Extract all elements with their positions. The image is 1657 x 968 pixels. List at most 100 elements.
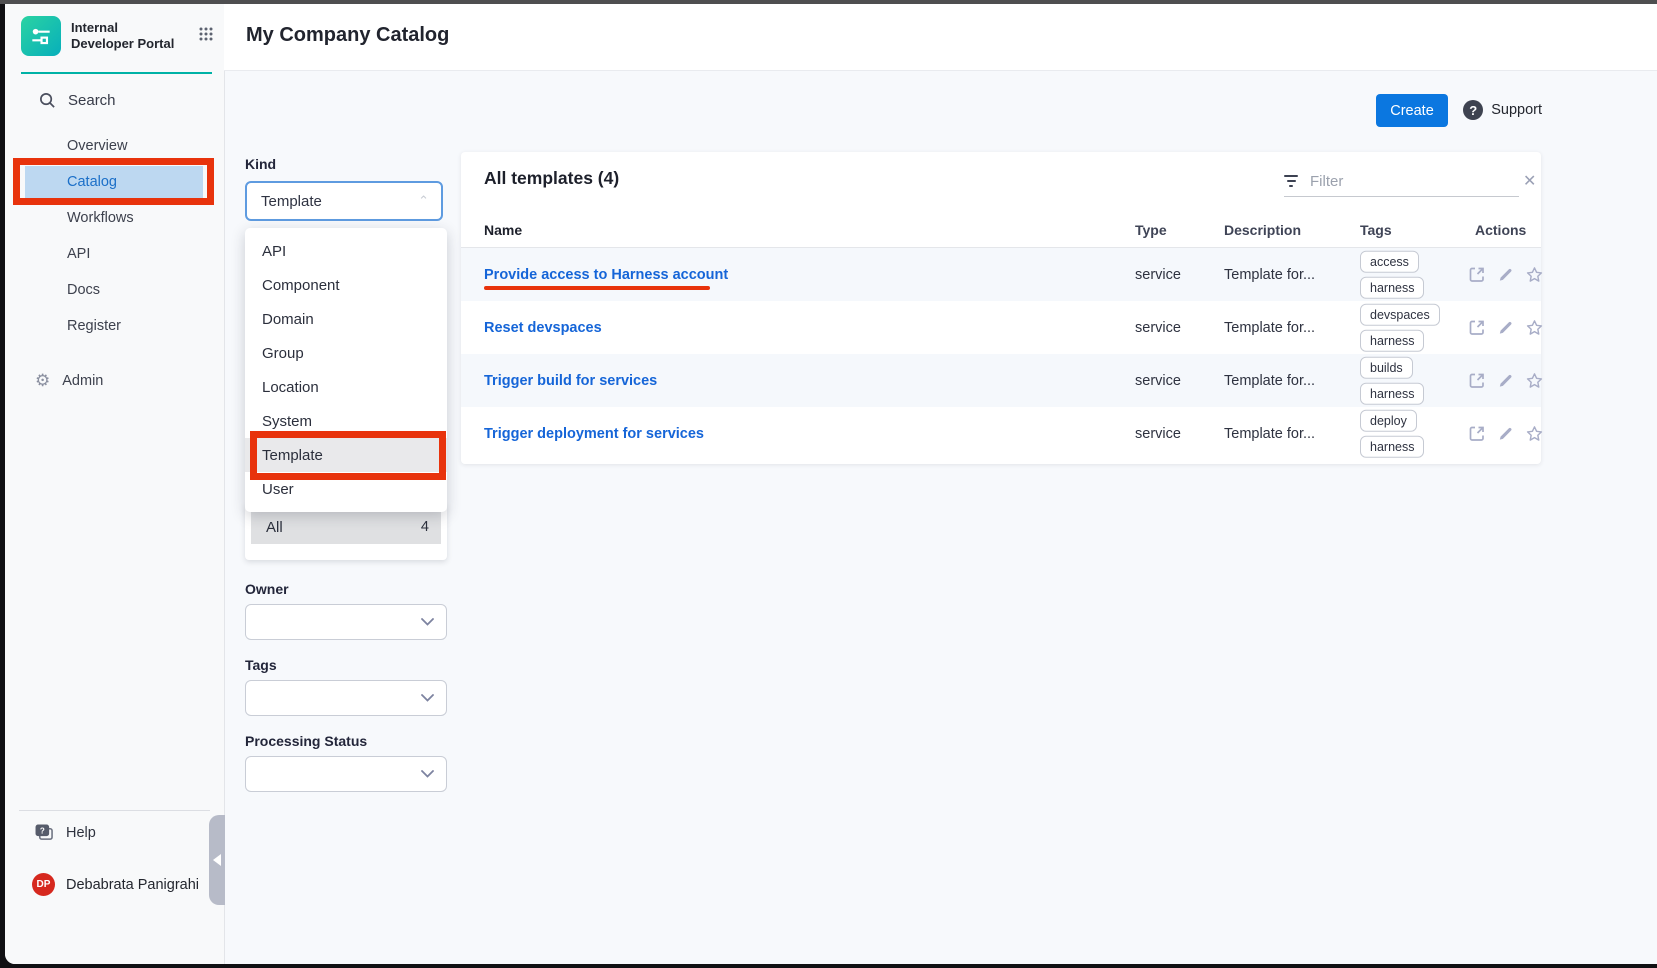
kind-option-component[interactable]: Component <box>245 268 447 302</box>
description-cell: Template for... <box>1224 320 1315 336</box>
star-icon[interactable] <box>1525 371 1544 390</box>
all-count: 4 <box>421 519 429 535</box>
screenshot-root: Internal Developer Portal <box>0 0 1657 968</box>
sidebar-accent-divider <box>21 72 212 74</box>
annotation-underline-provide-access <box>484 286 710 290</box>
kind-option-user[interactable]: User <box>245 472 447 506</box>
sidebar-item-admin[interactable]: ⚙ Admin <box>35 372 103 389</box>
page-title: My Company Catalog <box>246 24 449 47</box>
tag-badge: deploy <box>1360 409 1417 431</box>
kind-option-system[interactable]: System <box>245 404 447 438</box>
col-header-tags: Tags <box>1360 222 1392 238</box>
chevron-up-icon: ⌃ <box>418 193 429 209</box>
open-in-new-icon[interactable] <box>1468 319 1486 337</box>
kind-option-location[interactable]: Location <box>245 370 447 404</box>
apps-grid-icon[interactable] <box>198 26 214 47</box>
col-header-type: Type <box>1135 222 1167 238</box>
template-link[interactable]: Trigger build for services <box>484 373 657 389</box>
sidebar-item-api[interactable]: API <box>25 238 203 270</box>
edit-pencil-icon[interactable] <box>1497 372 1514 389</box>
edit-pencil-icon[interactable] <box>1497 266 1514 283</box>
type-cell: service <box>1135 373 1181 389</box>
create-button[interactable]: Create <box>1376 94 1448 127</box>
sidebar-item-label: Catalog <box>67 174 117 190</box>
sidebar-item-docs[interactable]: Docs <box>25 274 203 306</box>
star-icon[interactable] <box>1525 424 1544 443</box>
idp-logo-icon[interactable] <box>21 16 61 56</box>
tag-badge: harness <box>1360 383 1424 405</box>
kind-option-group[interactable]: Group <box>245 336 447 370</box>
type-cell: service <box>1135 426 1181 442</box>
sidebar-item-search[interactable]: Search <box>39 92 116 109</box>
avatar: DP <box>32 873 55 896</box>
processing-status-select[interactable] <box>245 756 447 792</box>
sidebar-item-register[interactable]: Register <box>25 310 203 342</box>
kind-option-api[interactable]: API <box>245 234 447 268</box>
kind-option-template[interactable]: Template <box>245 438 447 472</box>
template-link[interactable]: Trigger deployment for services <box>484 426 704 442</box>
type-filter-all[interactable]: All 4 <box>251 510 441 544</box>
table-row: Provide access to Harness account servic… <box>461 248 1541 301</box>
template-link[interactable]: Provide access to Harness account <box>484 267 728 283</box>
tags-select[interactable] <box>245 680 447 716</box>
search-icon <box>39 92 56 109</box>
sidebar: Internal Developer Portal <box>5 4 225 964</box>
description-cell: Template for... <box>1224 426 1315 442</box>
kind-label: Kind <box>245 156 276 172</box>
kind-option-domain[interactable]: Domain <box>245 302 447 336</box>
help-chat-icon: ? <box>35 824 54 841</box>
sidebar-item-workflows[interactable]: Workflows <box>25 202 203 234</box>
edit-pencil-icon[interactable] <box>1497 319 1514 336</box>
kind-select-value: Template <box>261 193 322 210</box>
clear-filter-icon[interactable]: ✕ <box>1521 171 1538 191</box>
sidebar-collapse-handle[interactable] <box>209 815 225 905</box>
help-label: Help <box>66 825 96 841</box>
table-filter: ✕ <box>1284 166 1519 197</box>
sidebar-item-help[interactable]: ? Help <box>35 824 96 841</box>
star-icon[interactable] <box>1525 318 1544 337</box>
tag-badge: access <box>1360 250 1419 272</box>
tags-cell: deploy harness <box>1360 409 1424 458</box>
filter-icon <box>1284 175 1298 187</box>
actions-cell <box>1468 318 1544 337</box>
table-row: Reset devspaces service Template for... … <box>461 301 1541 354</box>
sidebar-item-overview[interactable]: Overview <box>25 130 203 162</box>
tag-badge: builds <box>1360 356 1413 378</box>
sidebar-bottom-divider <box>19 810 210 811</box>
actions-cell <box>1468 371 1544 390</box>
type-filter-card: All 4 <box>245 504 447 560</box>
star-icon[interactable] <box>1525 265 1544 284</box>
open-in-new-icon[interactable] <box>1468 266 1486 284</box>
sidebar-item-catalog[interactable]: Catalog <box>25 166 203 198</box>
table-row: Trigger deployment for services service … <box>461 407 1541 460</box>
chevron-down-icon <box>421 618 434 626</box>
gear-icon: ⚙ <box>35 372 50 389</box>
description-cell: Template for... <box>1224 373 1315 389</box>
collapse-arrow-icon <box>213 854 221 866</box>
app-title: Internal Developer Portal <box>71 20 179 53</box>
support-button[interactable]: ? Support <box>1463 100 1542 120</box>
tags-label: Tags <box>245 657 277 673</box>
table-title: All templates (4) <box>484 168 619 189</box>
user-menu[interactable]: DP Debabrata Panigrahi <box>32 873 199 896</box>
open-in-new-icon[interactable] <box>1468 372 1486 390</box>
svg-text:?: ? <box>40 827 45 836</box>
kind-select[interactable]: Template ⌃ <box>245 181 443 221</box>
tags-cell: devspaces harness <box>1360 303 1440 352</box>
tag-badge: devspaces <box>1360 303 1440 325</box>
user-name: Debabrata Panigrahi <box>66 877 199 893</box>
all-label: All <box>266 519 283 536</box>
description-cell: Template for... <box>1224 267 1315 283</box>
col-header-name: Name <box>484 222 522 238</box>
owner-select[interactable] <box>245 604 447 640</box>
tags-cell: access harness <box>1360 250 1424 299</box>
open-in-new-icon[interactable] <box>1468 425 1486 443</box>
question-circle-icon: ? <box>1463 100 1483 120</box>
sidebar-item-label: Workflows <box>67 210 134 226</box>
templates-table-card: All templates (4) ✕ Name Type Descriptio… <box>461 152 1541 464</box>
template-link[interactable]: Reset devspaces <box>484 320 602 336</box>
filter-input[interactable] <box>1308 172 1511 191</box>
app-window: Internal Developer Portal <box>5 4 1657 964</box>
sidebar-item-label: Docs <box>67 282 100 298</box>
edit-pencil-icon[interactable] <box>1497 425 1514 442</box>
